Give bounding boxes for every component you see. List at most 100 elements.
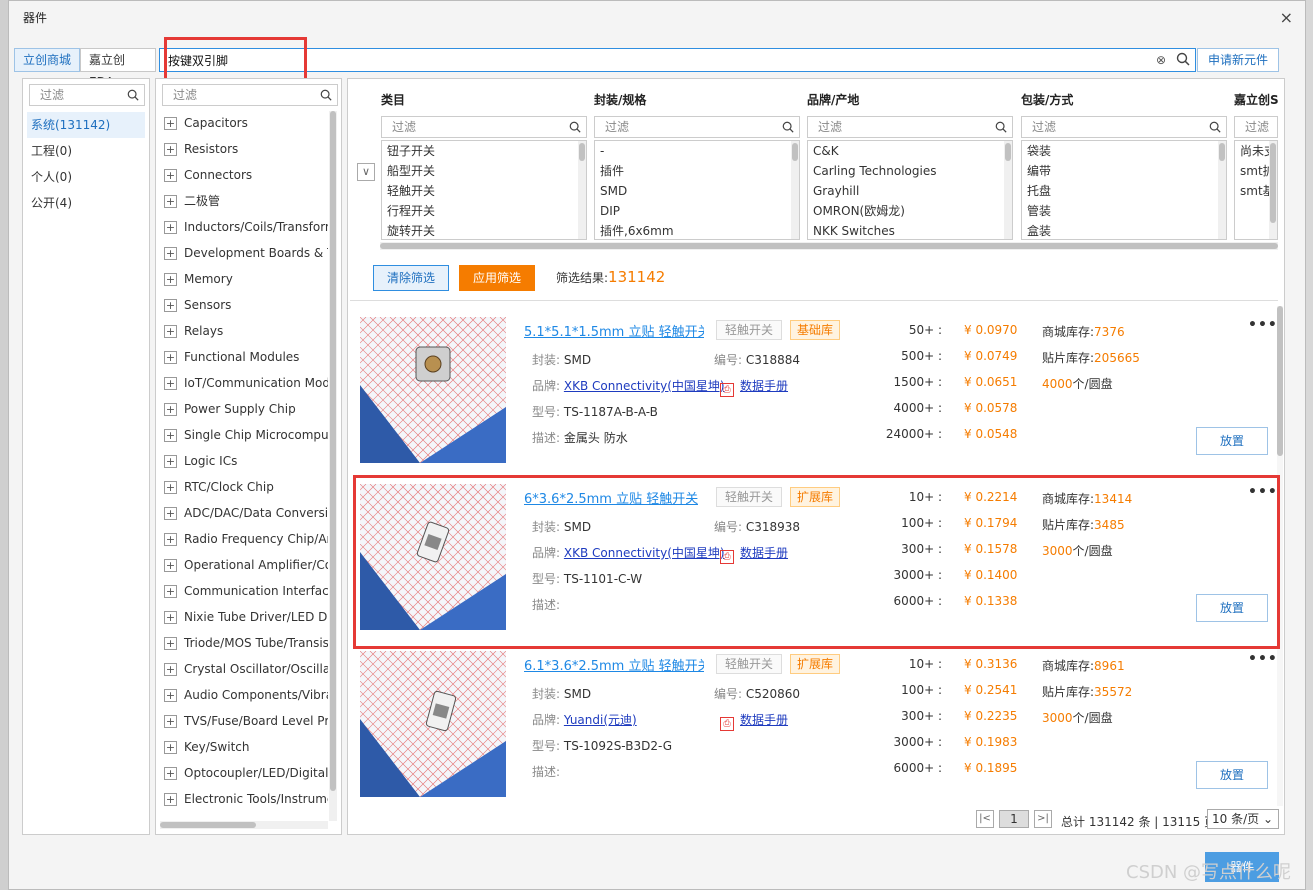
category-item[interactable]: + Connectors: [156, 162, 328, 188]
chevron-down-icon[interactable]: ∨: [357, 163, 375, 181]
category-filter[interactable]: 过滤: [162, 84, 338, 106]
filter-option[interactable]: 轻触开关: [382, 181, 586, 201]
category-item[interactable]: + Functional Modules: [156, 344, 328, 370]
filter-hscroll-thumb[interactable]: [380, 243, 1278, 249]
filter-option[interactable]: SMD: [595, 181, 799, 201]
category-item[interactable]: + TVS/Fuse/Board Level Protection: [156, 708, 328, 734]
place-button[interactable]: 放置: [1196, 427, 1268, 455]
expand-plus-icon[interactable]: +: [164, 688, 177, 702]
filter-option[interactable]: 旋转开关: [382, 221, 586, 239]
category-item[interactable]: + Sensors: [156, 292, 328, 318]
page-number[interactable]: 1: [999, 810, 1029, 828]
category-hscroll-thumb[interactable]: [160, 822, 256, 828]
filter-option-scrollbar[interactable]: [578, 141, 586, 239]
expand-plus-icon[interactable]: +: [164, 792, 177, 806]
clear-icon[interactable]: ⊗: [1153, 52, 1169, 68]
category-item[interactable]: + Key/Switch: [156, 734, 328, 760]
category-item[interactable]: + Communication Interface Chip: [156, 578, 328, 604]
expand-plus-icon[interactable]: +: [164, 350, 177, 364]
expand-plus-icon[interactable]: +: [164, 740, 177, 754]
filter-hscrollbar[interactable]: [380, 242, 1278, 250]
filter-option-scroll-thumb[interactable]: [579, 143, 585, 161]
filter-option[interactable]: 盒装: [1022, 221, 1226, 239]
expand-plus-icon[interactable]: +: [164, 376, 177, 390]
category-item[interactable]: + Single Chip Microcomputer: [156, 422, 328, 448]
brand-link[interactable]: Yuandi(元迪): [564, 713, 637, 727]
apply-filter-button[interactable]: 应用筛选: [459, 265, 535, 291]
expand-plus-icon[interactable]: +: [164, 532, 177, 546]
filter-option[interactable]: 钮子开关: [382, 141, 586, 161]
filter-option-scrollbar[interactable]: [1269, 141, 1277, 239]
filter-option[interactable]: 插件: [595, 161, 799, 181]
expand-plus-icon[interactable]: +: [164, 610, 177, 624]
category-item[interactable]: + Triode/MOS Tube/Transistor: [156, 630, 328, 656]
next-page-button[interactable]: >|: [1034, 810, 1052, 828]
tab-jlc-eda[interactable]: 嘉立创EDA: [80, 48, 156, 89]
filter-option[interactable]: Grayhill: [808, 181, 1012, 201]
datasheet-field[interactable]: ⎙ 数据手册: [720, 377, 788, 397]
expand-plus-icon[interactable]: +: [164, 324, 177, 338]
category-item[interactable]: + ADC/DAC/Data Conversion: [156, 500, 328, 526]
library-item[interactable]: 公开(4): [27, 190, 145, 216]
more-options-icon[interactable]: •••: [1248, 651, 1278, 667]
filter-option[interactable]: 管装: [1022, 201, 1226, 221]
product-thumbnail[interactable]: [360, 651, 506, 797]
expand-plus-icon[interactable]: +: [164, 584, 177, 598]
category-item[interactable]: + Logic ICs: [156, 448, 328, 474]
category-scrollbar[interactable]: [329, 111, 337, 821]
filter-option[interactable]: Carling Technologies: [808, 161, 1012, 181]
library-item[interactable]: 系统(131142): [27, 112, 145, 138]
filter-option-scroll-thumb[interactable]: [1270, 143, 1276, 223]
expand-plus-icon[interactable]: +: [164, 168, 177, 182]
category-item[interactable]: + Inductors/Coils/Transformers: [156, 214, 328, 240]
filter-option[interactable]: DIP: [595, 201, 799, 221]
search-icon[interactable]: [1175, 52, 1191, 68]
datasheet-field[interactable]: ⎙ 数据手册: [720, 711, 788, 731]
expand-plus-icon[interactable]: +: [164, 636, 177, 650]
category-item[interactable]: + Memory: [156, 266, 328, 292]
category-item[interactable]: + Capacitors: [156, 110, 328, 136]
filter-option[interactable]: OMRON(欧姆龙): [808, 201, 1012, 221]
filter-column-search[interactable]: 过滤: [807, 116, 1013, 138]
category-item[interactable]: + Radio Frequency Chip/Antenna: [156, 526, 328, 552]
expand-plus-icon[interactable]: +: [164, 558, 177, 572]
category-scroll-thumb[interactable]: [330, 111, 336, 791]
category-item[interactable]: + Optocoupler/LED/Digital Tube: [156, 760, 328, 786]
filter-column-search[interactable]: 过滤: [381, 116, 587, 138]
more-options-icon[interactable]: •••: [1248, 317, 1278, 333]
category-item[interactable]: + IoT/Communication Modules: [156, 370, 328, 396]
product-thumbnail[interactable]: [360, 317, 506, 463]
filter-option[interactable]: -: [595, 141, 799, 161]
expand-plus-icon[interactable]: +: [164, 766, 177, 780]
category-hscrollbar[interactable]: [160, 821, 328, 829]
tab-lcsc-mall[interactable]: 立创商城: [14, 48, 80, 72]
prev-page-button[interactable]: |<: [976, 810, 994, 828]
expand-plus-icon[interactable]: +: [164, 506, 177, 520]
datasheet-link[interactable]: 数据手册: [740, 379, 788, 393]
library-filter[interactable]: 过滤: [29, 84, 145, 106]
filter-option-scroll-thumb[interactable]: [1005, 143, 1011, 161]
filter-option-scroll-thumb[interactable]: [1219, 143, 1225, 161]
category-item[interactable]: + Resistors: [156, 136, 328, 162]
expand-plus-icon[interactable]: +: [164, 220, 177, 234]
category-item[interactable]: + Relays: [156, 318, 328, 344]
category-item[interactable]: + Nixie Tube Driver/LED Driver: [156, 604, 328, 630]
expand-plus-icon[interactable]: +: [164, 402, 177, 416]
filter-option[interactable]: C&K: [808, 141, 1012, 161]
filter-option[interactable]: 编带: [1022, 161, 1226, 181]
expand-plus-icon[interactable]: +: [164, 714, 177, 728]
expand-plus-icon[interactable]: +: [164, 480, 177, 494]
results-scroll-thumb[interactable]: [1277, 306, 1283, 456]
filter-option-scrollbar[interactable]: [1218, 141, 1226, 239]
expand-plus-icon[interactable]: +: [164, 298, 177, 312]
expand-plus-icon[interactable]: +: [164, 246, 177, 260]
filter-option[interactable]: 袋装: [1022, 141, 1226, 161]
category-item[interactable]: + Power Supply Chip: [156, 396, 328, 422]
filter-option[interactable]: 行程开关: [382, 201, 586, 221]
expand-plus-icon[interactable]: +: [164, 116, 177, 130]
filter-option[interactable]: NKK Switches: [808, 221, 1012, 239]
apply-new-component-button[interactable]: 申请新元件: [1197, 48, 1279, 72]
category-item[interactable]: + Audio Components/Vibration: [156, 682, 328, 708]
expand-plus-icon[interactable]: +: [164, 662, 177, 676]
place-button[interactable]: 放置: [1196, 761, 1268, 789]
